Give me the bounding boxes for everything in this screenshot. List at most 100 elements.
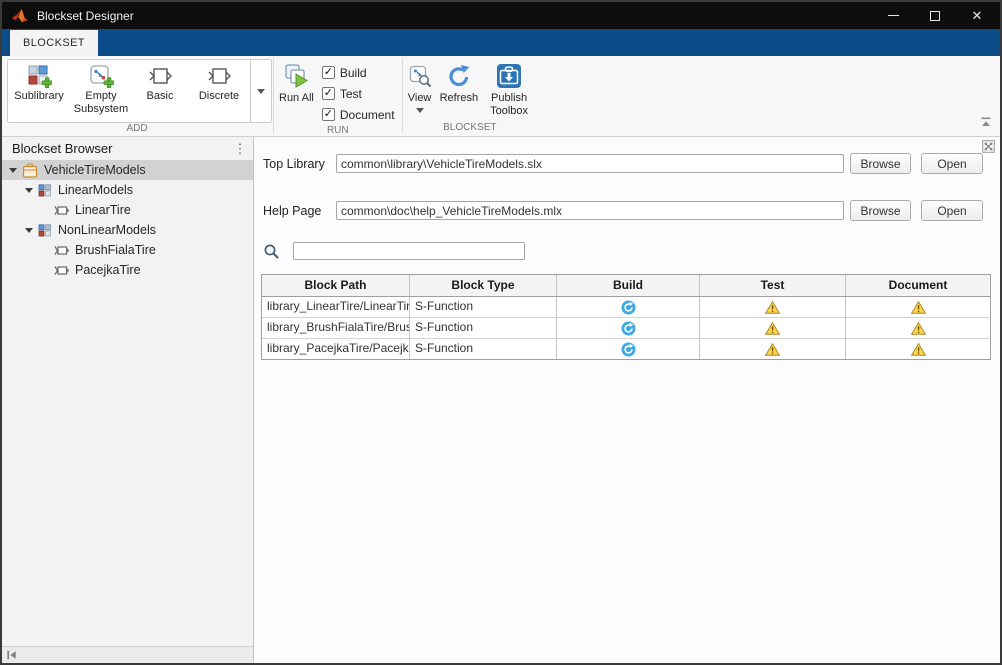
run-options: ✓ Build ✓ Test ✓ Document (318, 59, 401, 125)
maximize-button[interactable] (914, 2, 956, 29)
test-status-cell (700, 318, 846, 338)
search-icon (263, 243, 280, 260)
search-row (263, 242, 1000, 260)
tree-item-brushfialatire[interactable]: BrushFialaTire (2, 240, 253, 260)
view-button[interactable]: View (404, 59, 436, 113)
help-page-input[interactable] (336, 201, 844, 220)
section-label-add: ADD (2, 123, 272, 136)
checkbox-checked-icon[interactable]: ✓ (322, 108, 335, 121)
build-status-cell (557, 339, 700, 359)
chevron-down-icon (257, 89, 265, 94)
help-page-row: Help Page Browse Open (263, 200, 1000, 221)
collapse-panel-icon[interactable] (6, 649, 18, 661)
tree-item-nonlinearmodels[interactable]: NonLinearModels (2, 220, 253, 240)
tree-item-label: NonLinearModels (58, 223, 156, 237)
help-page-browse-button[interactable]: Browse (850, 200, 911, 221)
block-path-cell: library_BrushFialaTire/Brus... (262, 318, 410, 338)
column-header-block-path[interactable]: Block Path (262, 275, 410, 296)
tab-blockset[interactable]: BLOCKSET (10, 30, 98, 56)
column-header-build[interactable]: Build (557, 275, 700, 296)
column-header-block-type[interactable]: Block Type (410, 275, 557, 296)
document-status-cell (846, 339, 990, 359)
top-library-open-button[interactable]: Open (921, 153, 983, 174)
refresh-button[interactable]: Refresh (436, 59, 483, 105)
warning-icon (911, 322, 926, 335)
add-item-label: Empty Subsystem (70, 90, 132, 115)
minimize-icon (888, 15, 899, 17)
close-button[interactable]: ✕ (956, 2, 998, 29)
chevron-down-icon (416, 108, 424, 113)
expander-icon[interactable] (24, 185, 34, 195)
top-library-browse-button[interactable]: Browse (850, 153, 911, 174)
top-library-input[interactable] (336, 154, 844, 173)
add-empty-subsystem-button[interactable]: Empty Subsystem (70, 60, 132, 122)
block-type-cell: S-Function (410, 318, 557, 338)
blockset-tree: VehicleTireModels LinearModels (2, 160, 253, 646)
search-input[interactable] (293, 242, 525, 260)
browser-panel-footer (2, 646, 253, 663)
column-header-document[interactable]: Document (846, 275, 990, 296)
test-status-cell (700, 339, 846, 359)
document-status-cell (846, 297, 990, 317)
tree-item-pacejkatire[interactable]: PacejkaTire (2, 260, 253, 280)
blockset-root-icon (22, 163, 38, 178)
add-sublibrary-button[interactable]: Sublibrary (8, 60, 70, 122)
window-title: Blockset Designer (37, 9, 134, 23)
undock-panel-button[interactable] (982, 140, 995, 158)
document-status-cell (846, 318, 990, 338)
build-status-cell (557, 318, 700, 338)
add-basic-button[interactable]: Basic (132, 60, 188, 122)
add-item-label: Basic (147, 90, 174, 103)
collapse-ribbon-icon (980, 117, 992, 127)
checkbox-label: Test (340, 87, 362, 101)
test-status-cell (700, 297, 846, 317)
ribbon-section-add: Sublibrary Empty Subsystem (2, 56, 272, 136)
build-status-cell (557, 297, 700, 317)
add-gallery-dropdown-button[interactable] (250, 60, 271, 122)
add-item-label: Discrete (199, 90, 239, 103)
checkbox-checked-icon[interactable]: ✓ (322, 87, 335, 100)
view-label: View (408, 92, 432, 105)
ribbon-tab-strip: BLOCKSET (2, 29, 1000, 56)
build-queued-icon (621, 321, 636, 336)
content-area: Blockset Browser ⋮ VehicleTireModels (2, 137, 1000, 663)
add-discrete-button[interactable]: Discrete (188, 60, 250, 122)
table-header-row: Block Path Block Type Build Test Documen… (262, 275, 990, 297)
tree-item-label: LinearModels (58, 183, 133, 197)
test-checkbox-row[interactable]: ✓ Test (322, 83, 395, 104)
run-all-button[interactable]: Run All (275, 59, 318, 105)
table-row[interactable]: library_PacejkaTire/Pacejka... S-Functio… (262, 339, 990, 359)
checkbox-checked-icon[interactable]: ✓ (322, 66, 335, 79)
publish-toolbox-button[interactable]: Publish Toolbox (482, 59, 536, 117)
title-bar: Blockset Designer ✕ (2, 2, 1000, 29)
basic-block-icon (148, 64, 172, 88)
empty-subsystem-add-icon (88, 64, 114, 88)
minimize-button[interactable] (872, 2, 914, 29)
column-header-test[interactable]: Test (700, 275, 846, 296)
table-row[interactable]: library_LinearTire/LinearTire S-Function (262, 297, 990, 318)
table-row[interactable]: library_BrushFialaTire/Brus... S-Functio… (262, 318, 990, 339)
tree-item-linearmodels[interactable]: LinearModels (2, 180, 253, 200)
tree-item-vehicletiremodels[interactable]: VehicleTireModels (2, 160, 253, 180)
block-path-cell: library_LinearTire/LinearTire (262, 297, 410, 317)
tree-item-label: BrushFialaTire (75, 243, 156, 257)
build-checkbox-row[interactable]: ✓ Build (322, 62, 395, 83)
ribbon-divider (273, 58, 274, 134)
panel-menu-button[interactable]: ⋮ (233, 141, 247, 157)
help-page-label: Help Page (263, 204, 327, 218)
section-label-run: RUN (275, 125, 401, 137)
matlab-logo-icon (11, 8, 29, 24)
sublibrary-icon (38, 184, 52, 197)
refresh-icon (446, 63, 472, 89)
expander-icon[interactable] (8, 165, 18, 175)
add-item-label: Sublibrary (14, 90, 64, 103)
add-gallery: Sublibrary Empty Subsystem (7, 59, 272, 123)
tree-item-lineartire[interactable]: LinearTire (2, 200, 253, 220)
expander-icon[interactable] (24, 225, 34, 235)
maximize-icon (930, 11, 940, 21)
document-checkbox-row[interactable]: ✓ Document (322, 104, 395, 125)
collapse-ribbon-button[interactable] (980, 114, 992, 132)
refresh-label: Refresh (440, 92, 479, 105)
help-page-open-button[interactable]: Open (921, 200, 983, 221)
blockset-detail-panel: Top Library Browse Open Help Page Browse… (254, 137, 1000, 663)
